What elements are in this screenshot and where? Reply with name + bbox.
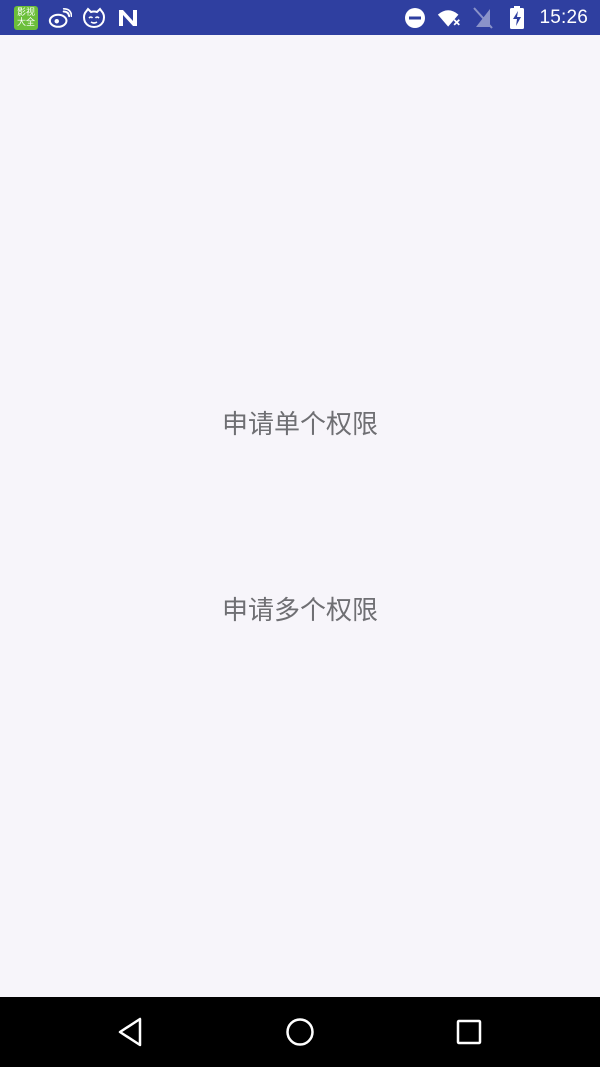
main-content: 申请单个权限 申请多个权限	[0, 35, 600, 997]
clock: 15:26	[539, 6, 588, 28]
navigation-bar	[0, 997, 600, 1067]
recents-button[interactable]	[429, 997, 509, 1067]
request-multiple-permissions-button[interactable]: 申请多个权限	[150, 578, 450, 638]
back-button[interactable]	[91, 997, 171, 1067]
status-bar-right: 15:26	[403, 0, 588, 35]
status-bar-left: 影视 大全	[14, 0, 140, 35]
no-sim-icon	[471, 6, 495, 30]
app-badge-line1: 影视	[16, 7, 35, 18]
wifi-icon	[437, 6, 461, 30]
weibo-icon	[48, 6, 72, 30]
home-icon	[286, 1018, 314, 1046]
status-bar: 影视 大全 15:26	[0, 0, 600, 35]
request-single-permission-button[interactable]: 申请单个权限	[150, 392, 450, 452]
app-badge-line2: 大全	[16, 17, 35, 28]
home-button[interactable]	[260, 997, 340, 1067]
back-icon	[118, 1017, 142, 1047]
n-logo-icon	[116, 6, 140, 30]
battery-charging-icon	[505, 5, 529, 30]
cat-face-icon	[82, 6, 106, 30]
recents-icon	[456, 1019, 482, 1045]
video-app-icon: 影视 大全	[14, 5, 38, 30]
do-not-disturb-icon	[403, 6, 427, 30]
